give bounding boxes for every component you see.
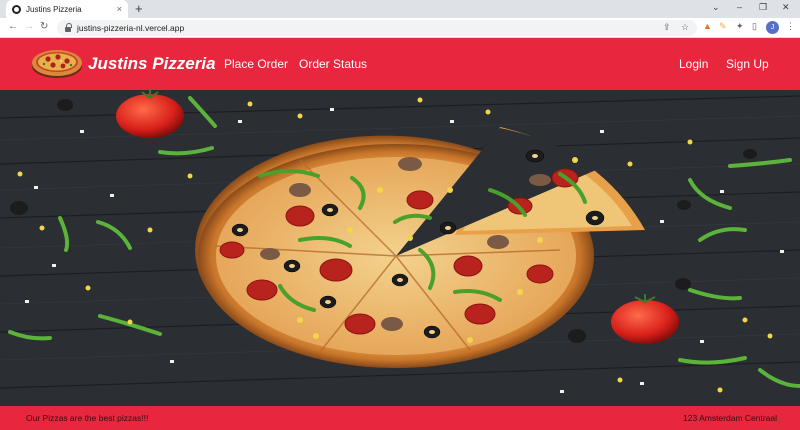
tab-title: Justins Pizzeria (26, 4, 82, 14)
signup-link[interactable]: Sign Up (726, 57, 769, 71)
address-bar[interactable]: justins-pizzeria-nl.vercel.app ⇪ ☆ (57, 20, 697, 36)
extensions-puzzle-icon[interactable]: ✦ (736, 21, 744, 32)
side-panel-icon[interactable]: ▯ (752, 21, 757, 32)
new-tab-button[interactable]: + (135, 1, 143, 16)
metamask-extension-icon[interactable]: ▲ (703, 21, 712, 31)
reload-icon[interactable]: ↻ (40, 21, 48, 32)
browser-toolbar: ← → ↻ justins-pizzeria-nl.vercel.app ⇪ ☆… (0, 18, 800, 38)
site-header: Justins Pizzeria Place Order Order Statu… (0, 38, 800, 90)
site-footer: Our Pizzas are the best pizzas!!! 123 Am… (0, 406, 800, 430)
browser-menu-icon[interactable]: ⋮ (786, 21, 795, 32)
tab-search-chevron-icon[interactable]: ⌄ (712, 2, 720, 13)
login-link[interactable]: Login (679, 57, 708, 71)
hero-pizza-image (0, 90, 800, 406)
restore-button[interactable]: ❐ (759, 2, 767, 13)
bookmark-star-icon[interactable]: ☆ (681, 22, 689, 33)
pen-extension-icon[interactable]: ✎ (719, 21, 727, 32)
brand-title[interactable]: Justins Pizzeria (88, 54, 216, 74)
footer-address: 123 Amsterdam Centraal (683, 413, 778, 423)
browser-tab[interactable]: Justins Pizzeria × (6, 0, 128, 18)
share-icon[interactable]: ⇪ (663, 22, 671, 33)
lock-icon (65, 22, 72, 32)
profile-avatar[interactable]: J (766, 21, 779, 34)
browser-tabstrip: Justins Pizzeria × + ⌄ – ❐ ✕ (0, 0, 800, 18)
pizza-board-illustration (0, 90, 800, 406)
site-favicon-icon (12, 4, 21, 14)
pizza-logo-icon[interactable] (31, 45, 83, 81)
close-window-button[interactable]: ✕ (782, 2, 790, 13)
forward-arrow-icon[interactable]: → (24, 21, 34, 32)
nav-order-status[interactable]: Order Status (299, 57, 367, 71)
nav-place-order[interactable]: Place Order (224, 57, 288, 71)
back-arrow-icon[interactable]: ← (8, 21, 18, 32)
minimize-button[interactable]: – (737, 2, 742, 12)
tab-close-icon[interactable]: × (117, 4, 122, 14)
url-text: justins-pizzeria-nl.vercel.app (77, 23, 185, 33)
footer-tagline: Our Pizzas are the best pizzas!!! (26, 413, 149, 423)
